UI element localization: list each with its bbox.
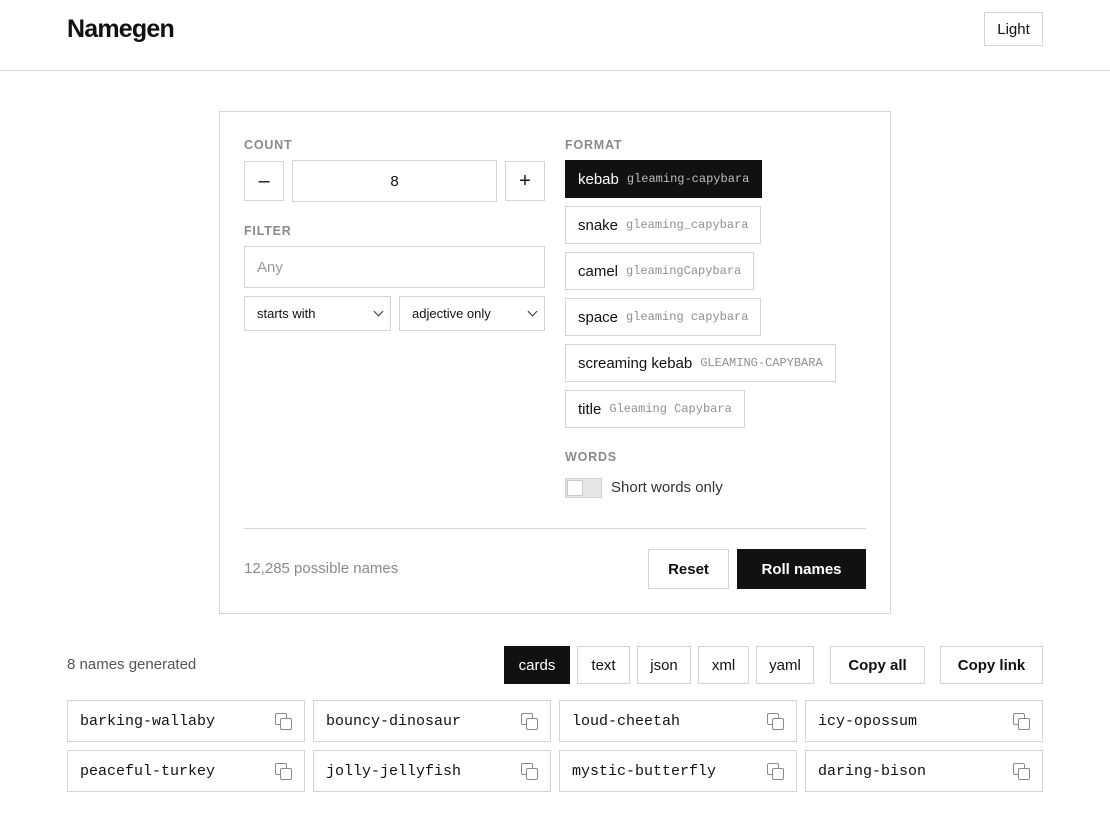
- words-label: WORDS: [565, 450, 617, 464]
- app-title: Namegen: [67, 15, 175, 43]
- name-text: loud-cheetah: [572, 712, 681, 730]
- panel-divider: [244, 528, 866, 529]
- copy-icon[interactable]: [275, 712, 292, 730]
- format-option-space[interactable]: space gleaming capybara: [565, 298, 762, 336]
- possible-names-count: 12,285 possible names: [244, 560, 399, 577]
- name-text: daring-bison: [818, 762, 927, 780]
- format-example: gleaming capybara: [626, 310, 749, 324]
- count-label: COUNT: [244, 138, 293, 152]
- count-input[interactable]: 8: [292, 160, 497, 202]
- copy-icon[interactable]: [1013, 762, 1030, 780]
- format-option-snake[interactable]: snake gleaming_capybara: [565, 206, 762, 244]
- name-card: bouncy-dinosaur: [313, 700, 551, 742]
- match-mode-value: starts with: [257, 306, 316, 321]
- copy-icon[interactable]: [521, 762, 538, 780]
- name-text: icy-opossum: [818, 712, 918, 730]
- generator-panel: COUNT – 8 + FILTER Any starts with adjec…: [219, 111, 891, 614]
- name-card: daring-bison: [805, 750, 1043, 792]
- reset-button[interactable]: Reset: [648, 549, 729, 589]
- format-option-camel[interactable]: camel gleamingCapybara: [565, 252, 755, 290]
- view-tab-xml[interactable]: xml: [698, 646, 749, 684]
- format-label: FORMAT: [565, 138, 623, 152]
- format-name: snake: [578, 216, 619, 234]
- format-option-kebab[interactable]: kebab gleaming-capybara: [565, 160, 763, 198]
- decrement-button[interactable]: –: [244, 161, 284, 201]
- name-text: barking-wallaby: [80, 712, 216, 730]
- format-example: gleaming-capybara: [626, 172, 750, 186]
- format-example: Gleaming Capybara: [609, 402, 732, 416]
- format-option-screaming-kebab[interactable]: screaming kebab GLEAMING-CAPYBARA: [565, 344, 836, 382]
- chevron-down-icon: [527, 306, 538, 317]
- copy-all-button[interactable]: Copy all: [830, 646, 925, 684]
- format-example: gleaming_capybara: [626, 218, 749, 232]
- name-cards-grid: barking-wallaby bouncy-dinosaur loud-che…: [67, 700, 1043, 792]
- format-option-title[interactable]: title Gleaming Capybara: [565, 390, 745, 428]
- format-name: space: [578, 308, 619, 326]
- name-text: peaceful-turkey: [80, 762, 216, 780]
- app-header: Namegen Light: [0, 0, 1110, 71]
- short-words-label: Short words only: [611, 479, 723, 496]
- name-text: mystic-butterfly: [572, 762, 717, 780]
- copy-icon[interactable]: [767, 762, 784, 780]
- view-tab-yaml[interactable]: yaml: [756, 646, 814, 684]
- name-card: icy-opossum: [805, 700, 1043, 742]
- theme-toggle-button[interactable]: Light: [984, 12, 1043, 46]
- copy-icon[interactable]: [767, 712, 784, 730]
- name-card: jolly-jellyfish: [313, 750, 551, 792]
- name-card: mystic-butterfly: [559, 750, 797, 792]
- format-name: screaming kebab: [578, 354, 693, 372]
- word-scope-select[interactable]: adjective only: [399, 296, 545, 331]
- name-card: barking-wallaby: [67, 700, 305, 742]
- view-tab-text[interactable]: text: [577, 646, 630, 684]
- copy-icon[interactable]: [521, 712, 538, 730]
- name-card: loud-cheetah: [559, 700, 797, 742]
- view-tab-cards[interactable]: cards: [504, 646, 570, 684]
- format-name: title: [578, 400, 602, 418]
- copy-link-button[interactable]: Copy link: [940, 646, 1043, 684]
- roll-names-button[interactable]: Roll names: [737, 549, 866, 589]
- match-mode-select[interactable]: starts with: [244, 296, 391, 331]
- format-example: gleamingCapybara: [626, 264, 742, 278]
- filter-input[interactable]: Any: [244, 246, 545, 288]
- word-scope-value: adjective only: [412, 306, 491, 321]
- format-name: camel: [578, 262, 619, 280]
- chevron-down-icon: [373, 306, 384, 317]
- toggle-knob: [567, 480, 583, 496]
- copy-icon[interactable]: [1013, 712, 1030, 730]
- name-text: jolly-jellyfish: [326, 762, 462, 780]
- increment-button[interactable]: +: [505, 161, 545, 201]
- filter-label: FILTER: [244, 224, 292, 238]
- copy-icon[interactable]: [275, 762, 292, 780]
- view-tab-json[interactable]: json: [637, 646, 691, 684]
- name-text: bouncy-dinosaur: [326, 712, 462, 730]
- name-card: peaceful-turkey: [67, 750, 305, 792]
- format-example: GLEAMING-CAPYBARA: [700, 356, 823, 370]
- generated-summary: 8 names generated: [67, 656, 197, 673]
- format-name: kebab: [578, 170, 619, 188]
- short-words-toggle[interactable]: [565, 478, 602, 498]
